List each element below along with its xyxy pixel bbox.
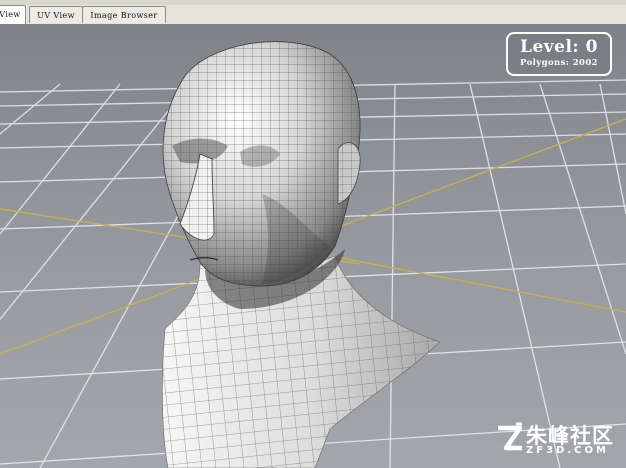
watermark: 朱峰社区 ZF3D.COM (496, 418, 620, 462)
subdivision-level: Level: 0 (520, 37, 598, 57)
polygon-count: Polygons: 2002 (520, 58, 598, 68)
tab-image-browser[interactable]: Image Browser (82, 6, 166, 23)
tab-view[interactable]: View (0, 5, 26, 24)
view-tab-bar: View UV View Image Browser (0, 0, 626, 25)
mesh-info-hud: Level: 0 Polygons: 2002 (506, 32, 612, 76)
zf3d-logo-icon (498, 422, 523, 451)
head-mesh (162, 41, 361, 287)
viewport-scene (0, 41, 626, 468)
3d-viewport[interactable]: Level: 0 Polygons: 2002 (0, 24, 626, 468)
window-top-edge (0, 0, 626, 5)
tab-uv-view[interactable]: UV View (29, 6, 83, 23)
watermark-site: ZF3D.COM (526, 445, 609, 456)
